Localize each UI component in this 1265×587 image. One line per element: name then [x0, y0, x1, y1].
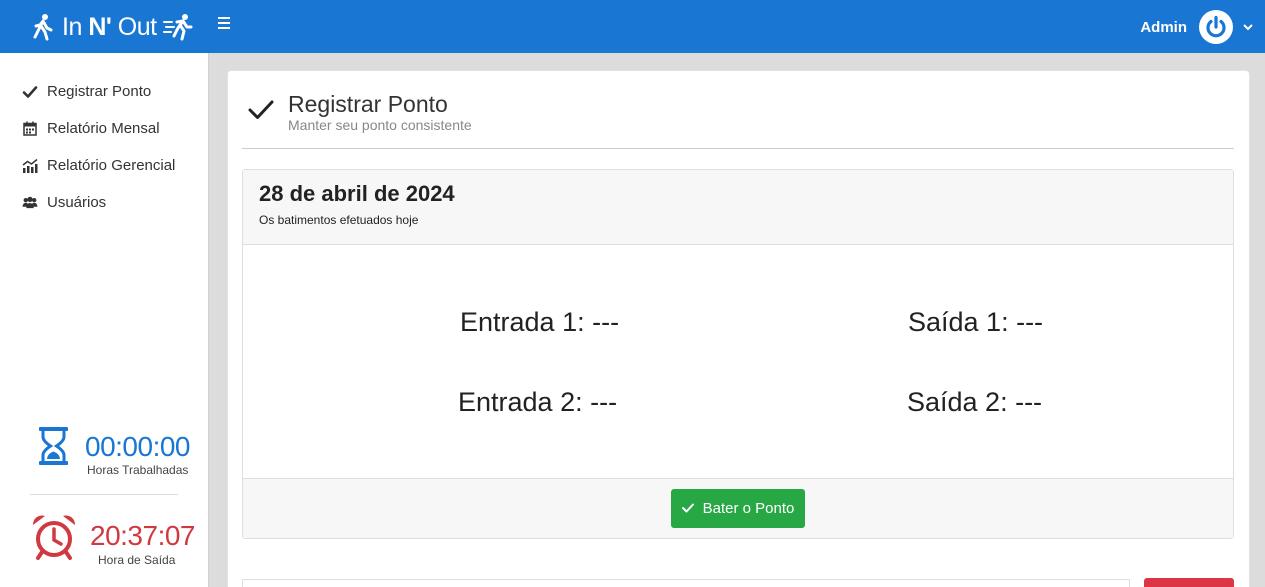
entrada-2: Entrada 2: ---	[458, 387, 618, 417]
partial-danger-button[interactable]	[1144, 578, 1234, 587]
panel-body: Entrada 1: --- Saída 1: --- Entrada 2: -…	[243, 245, 1233, 478]
menu-toggle-icon[interactable]	[218, 17, 238, 37]
running-person-icon	[162, 12, 193, 42]
users-icon	[22, 195, 38, 211]
panel-caption: Os batimentos efetuados hoje	[259, 213, 419, 227]
alarm-clock-icon	[30, 513, 78, 566]
exit-time-value: 20:37:07	[90, 519, 196, 551]
page-title: Registrar Ponto	[288, 91, 448, 117]
punch-panel: 28 de abril de 2024 Os batimentos efetua…	[242, 169, 1234, 539]
check-icon	[681, 501, 694, 516]
main-card: Registrar Ponto Manter seu ponto consist…	[227, 70, 1250, 587]
sidebar-item-label: Registrar Ponto	[47, 83, 152, 100]
hourglass-icon	[38, 426, 69, 471]
sidebar-divider	[30, 494, 178, 495]
current-date: 28 de abril de 2024	[259, 181, 455, 206]
user-name: Admin	[1140, 18, 1187, 36]
chart-icon	[22, 158, 38, 174]
entrada-1: Entrada 1: ---	[460, 307, 620, 337]
sidebar-nav: Registrar Ponto Relatório Mensal Relatór…	[0, 53, 208, 221]
exit-time-label: Hora de Saída	[98, 553, 176, 567]
power-icon[interactable]	[1199, 10, 1233, 44]
panel-header: 28 de abril de 2024 Os batimentos efetua…	[243, 170, 1233, 245]
header-divider	[242, 148, 1234, 149]
page-subtitle: Manter seu ponto consistente	[288, 117, 472, 133]
check-icon	[22, 84, 38, 100]
worked-hours-label: Horas Trabalhadas	[87, 463, 189, 477]
page-header: Registrar Ponto Manter seu ponto consist…	[248, 91, 472, 133]
brand-logo[interactable]: In N' Out	[30, 9, 193, 45]
bater-ponto-button[interactable]: Bater o Ponto	[671, 489, 805, 528]
sidebar-item-registrar-ponto[interactable]: Registrar Ponto	[0, 73, 208, 110]
chevron-down-icon[interactable]	[1243, 20, 1253, 34]
sidebar-item-label: Relatório Gerencial	[47, 157, 176, 174]
top-navbar: In N' Out Admin	[0, 0, 1265, 53]
sidebar-item-label: Relatório Mensal	[47, 120, 160, 137]
worked-hours-value: 00:00:00	[85, 430, 191, 462]
sidebar-item-label: Usuários	[47, 194, 107, 211]
sidebar-item-relatorio-mensal[interactable]: Relatório Mensal	[0, 110, 208, 147]
panel-footer: Bater o Ponto	[243, 478, 1233, 538]
check-icon	[248, 99, 274, 126]
saida-2: Saída 2: ---	[907, 387, 1043, 417]
user-menu[interactable]: Admin	[1140, 9, 1253, 45]
worked-hours-widget: 00:00:00 Horas Trabalhadas	[0, 426, 209, 477]
walking-person-icon	[30, 12, 56, 42]
brand-name: In N' Out	[62, 12, 157, 41]
saida-1: Saída 1: ---	[908, 307, 1044, 337]
sidebar-item-usuarios[interactable]: Usuários	[0, 184, 208, 221]
sidebar: Registrar Ponto Relatório Mensal Relatór…	[0, 53, 209, 587]
bater-ponto-label: Bater o Ponto	[702, 500, 795, 517]
sidebar-item-relatorio-gerencial[interactable]: Relatório Gerencial	[0, 147, 208, 184]
partial-input-field[interactable]	[242, 579, 1130, 587]
exit-time-widget: 20:37:07 Hora de Saída	[0, 513, 209, 567]
calendar-icon	[22, 121, 38, 137]
